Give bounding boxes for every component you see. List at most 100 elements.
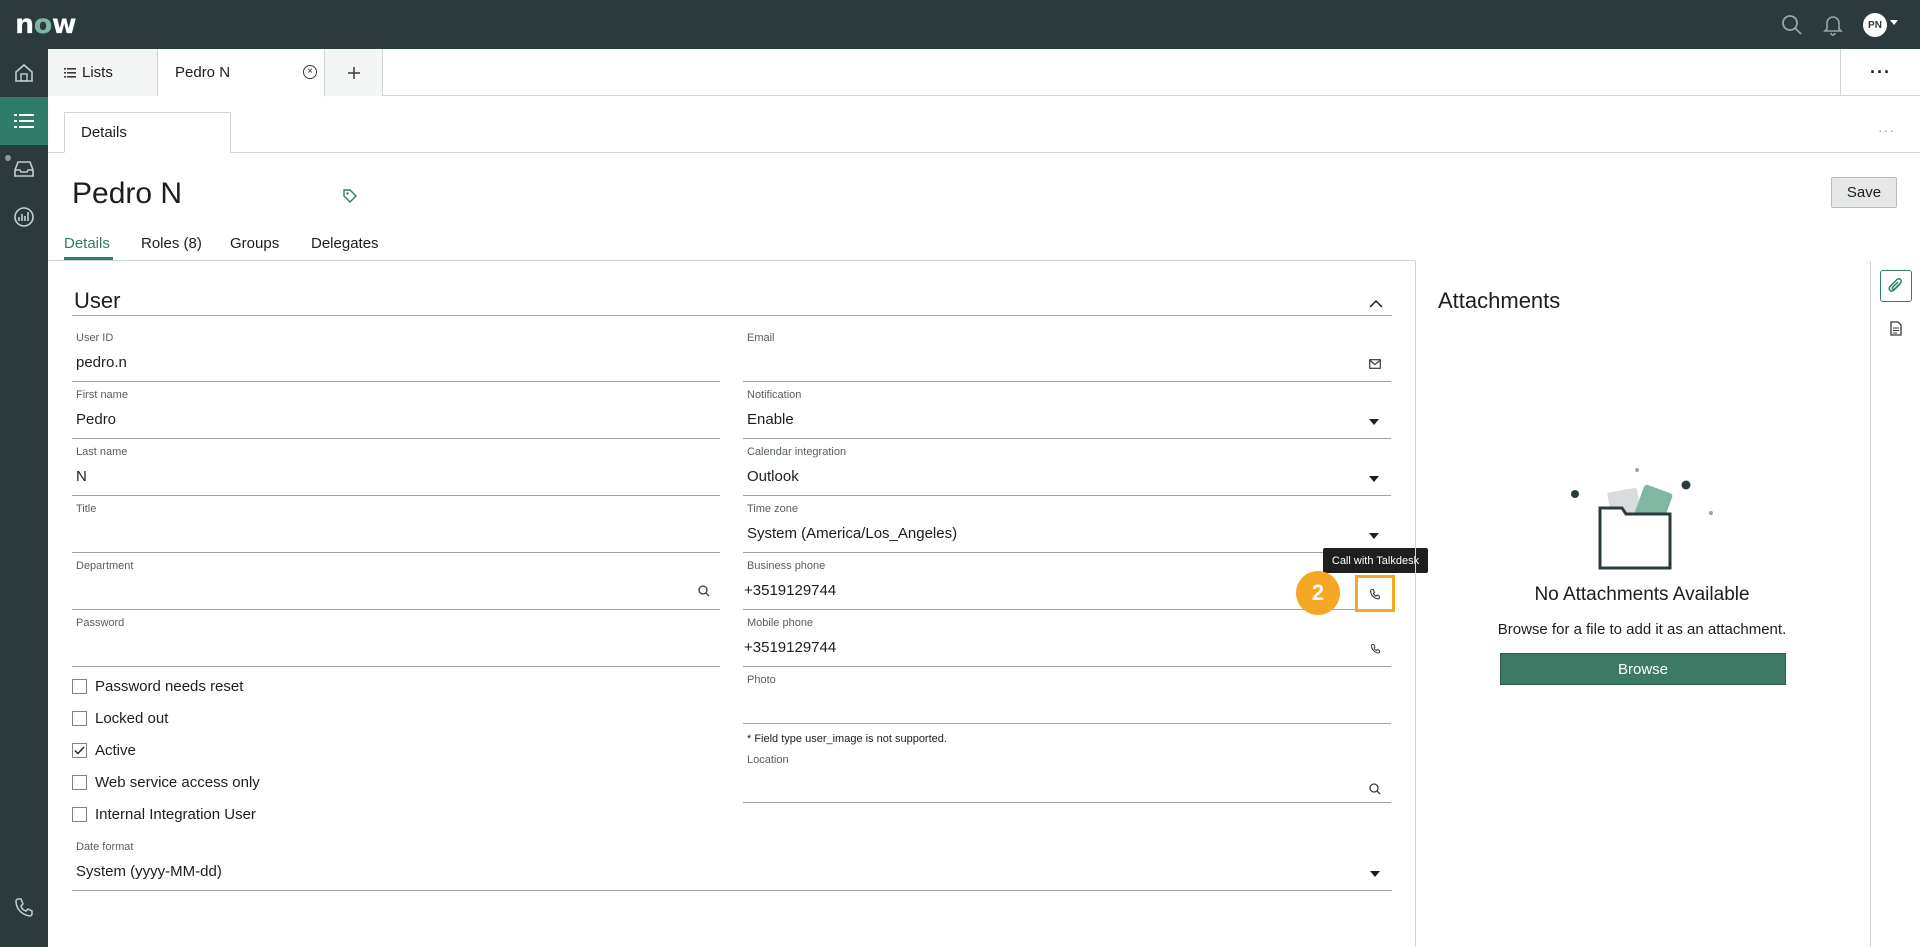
inbox-icon[interactable] [0, 145, 48, 193]
divider [48, 260, 1415, 261]
caret-down-icon[interactable] [1369, 476, 1379, 482]
phone-icon [1370, 588, 1380, 599]
analytics-icon[interactable] [0, 193, 48, 241]
business-phone-field[interactable]: Business phone +3519129744 [743, 560, 1391, 610]
field-label: Title [76, 503, 97, 515]
internal-integration-user-checkbox[interactable]: Internal Integration User [72, 804, 256, 824]
first-name-field[interactable]: First name Pedro [72, 389, 720, 439]
field-label: Date format [76, 841, 134, 853]
calendar-integration-select[interactable]: Calendar integration Outlook [743, 446, 1391, 496]
checkbox[interactable] [72, 806, 87, 822]
checkbox-label: Locked out [95, 709, 169, 727]
tab-details[interactable]: Details [64, 235, 110, 252]
active-checkbox[interactable]: Active [72, 740, 136, 760]
field-label: Calendar integration [747, 446, 847, 458]
checkbox-checked[interactable] [72, 742, 87, 758]
field-label: Password [76, 617, 125, 629]
more-menu-button[interactable]: ··· [1840, 49, 1920, 96]
title-field[interactable]: Title [72, 503, 720, 553]
field-value[interactable]: System (yyyy-MM-dd) [76, 863, 222, 880]
subtab-more-button[interactable]: ··· [1878, 122, 1895, 138]
call-with-talkdesk-button[interactable] [1355, 575, 1395, 612]
tab-lists-label: Lists [82, 64, 113, 81]
checkbox[interactable] [72, 774, 87, 790]
locked-out-checkbox[interactable]: Locked out [72, 708, 168, 728]
close-icon[interactable]: × [303, 65, 317, 79]
web-service-access-only-checkbox[interactable]: Web service access only [72, 772, 260, 792]
field-value[interactable]: +3519129744 [744, 639, 836, 656]
tab-roles[interactable]: Roles (8) [141, 235, 202, 252]
checkbox-label: Web service access only [95, 773, 260, 791]
field-label: Photo [747, 674, 776, 686]
field-value[interactable]: pedro.n [76, 354, 127, 371]
search-icon[interactable] [1369, 782, 1381, 800]
field-label: Location [747, 754, 789, 766]
browse-button[interactable]: Browse [1500, 653, 1786, 685]
time-zone-select[interactable]: Time zone System (America/Los_Angeles) [743, 503, 1391, 553]
home-icon[interactable] [0, 49, 48, 97]
location-field[interactable]: Location [743, 754, 1391, 803]
checkbox[interactable] [72, 710, 87, 726]
attachments-title: Attachments [1438, 288, 1561, 313]
user-id-field[interactable]: User ID pedro.n [72, 332, 720, 382]
mail-icon[interactable] [1369, 356, 1381, 374]
last-name-field[interactable]: Last name N [72, 446, 720, 496]
add-tab-button[interactable] [325, 49, 383, 96]
chevron-down-icon[interactable] [1890, 20, 1898, 25]
field-label: Mobile phone [747, 617, 814, 629]
search-icon[interactable] [1779, 12, 1805, 38]
field-label: Business phone [747, 560, 826, 572]
left-rail [0, 49, 48, 947]
top-bar: now PN [0, 0, 1920, 49]
paperclip-icon[interactable] [1880, 270, 1912, 302]
document-icon[interactable] [1880, 312, 1912, 344]
photo-field[interactable]: Photo [743, 674, 1391, 724]
tab-groups[interactable]: Groups [230, 235, 279, 252]
field-value[interactable]: Enable [747, 411, 794, 428]
chevron-up-icon[interactable] [1369, 296, 1383, 314]
field-value[interactable]: System (America/Los_Angeles) [747, 525, 957, 542]
notification-select[interactable]: Notification Enable [743, 389, 1391, 439]
subtab-details[interactable]: Details [64, 112, 231, 153]
tab-strip: Lists Pedro N × [48, 49, 1920, 97]
caret-down-icon[interactable] [1369, 533, 1379, 539]
email-field[interactable]: Email [743, 332, 1391, 382]
tab-delegates[interactable]: Delegates [311, 235, 379, 252]
divider [1870, 261, 1871, 947]
now-logo[interactable]: now [15, 9, 77, 40]
empty-state-text: Browse for a file to add it as an attach… [1497, 621, 1787, 638]
field-label: Notification [747, 389, 802, 401]
checkbox[interactable] [72, 678, 87, 694]
caret-down-icon[interactable] [1369, 419, 1379, 425]
photo-note: * Field type user_image is not supported… [747, 733, 947, 745]
save-button[interactable]: Save [1831, 177, 1897, 208]
list-icon [64, 67, 76, 78]
field-value[interactable]: N [76, 468, 87, 485]
tab-lists[interactable]: Lists [48, 49, 158, 96]
empty-folder-illustration [1560, 460, 1720, 585]
phone-icon[interactable] [0, 883, 48, 931]
avatar[interactable]: PN [1863, 13, 1887, 37]
password-field[interactable]: Password [72, 617, 720, 667]
field-label: Email [747, 332, 775, 344]
date-format-select[interactable]: Date format System (yyyy-MM-dd) [72, 841, 1392, 891]
field-value[interactable]: Outlook [747, 468, 799, 485]
mobile-phone-field[interactable]: Mobile phone +3519129744 [743, 617, 1391, 667]
checkmark-icon [74, 746, 85, 755]
tab-record[interactable]: Pedro N × [158, 49, 325, 97]
search-icon[interactable] [698, 584, 710, 602]
list-icon[interactable] [0, 97, 48, 145]
caret-down-icon[interactable] [1370, 871, 1380, 877]
department-field[interactable]: Department [72, 560, 720, 610]
field-label: Time zone [747, 503, 798, 515]
bell-icon[interactable] [1820, 12, 1846, 38]
field-value[interactable]: Pedro [76, 411, 116, 428]
section-divider [72, 315, 1392, 316]
field-value[interactable]: +3519129744 [744, 582, 836, 599]
tag-icon[interactable] [342, 188, 358, 209]
checkbox-label: Active [95, 741, 136, 759]
password-needs-reset-checkbox[interactable]: Password needs reset [72, 676, 243, 696]
plus-icon [347, 66, 360, 79]
phone-icon[interactable] [1370, 641, 1381, 659]
field-label: Last name [76, 446, 128, 458]
